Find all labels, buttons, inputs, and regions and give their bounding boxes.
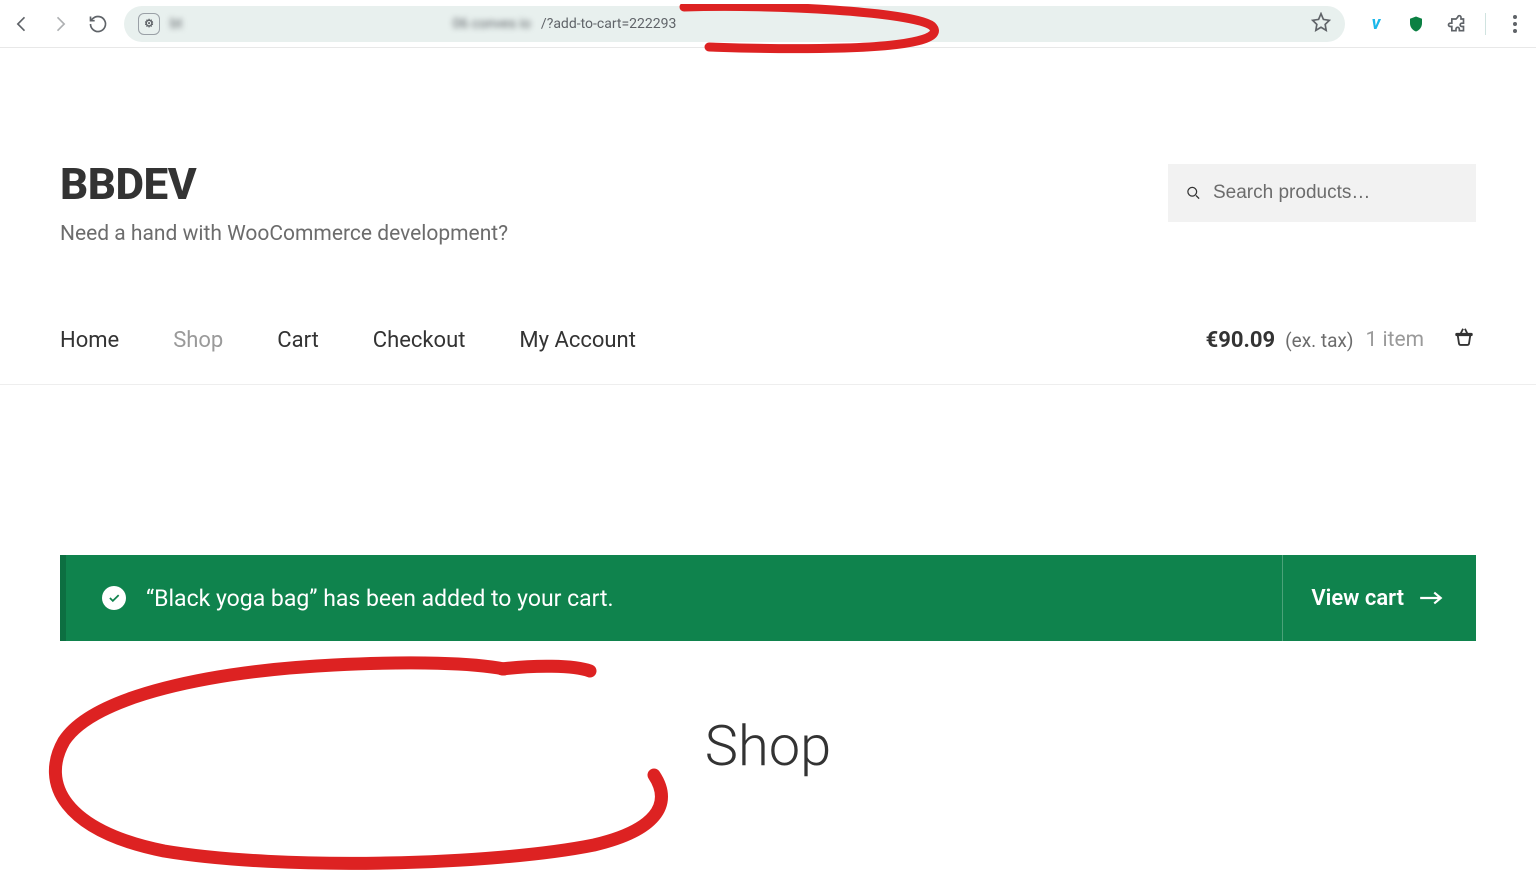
- browser-toolbar: ⚙ bt 06 conves io /?add-to-cart=222293 v: [0, 0, 1536, 48]
- header-cart[interactable]: €90.09 (ex. tax) 1 item: [1206, 326, 1476, 354]
- arrow-right-icon: [1418, 589, 1444, 607]
- extensions-puzzle-icon[interactable]: [1445, 13, 1467, 35]
- back-button[interactable]: [10, 12, 34, 36]
- cart-total-price: €90.09: [1206, 328, 1276, 353]
- nav-account[interactable]: My Account: [519, 328, 635, 353]
- url-blurred-host: 06 conves io: [452, 16, 530, 32]
- check-icon: [102, 586, 126, 610]
- extensions-area: v: [1359, 13, 1526, 35]
- product-search[interactable]: [1168, 164, 1476, 222]
- search-icon: [1186, 183, 1201, 203]
- notice-text: “Black yoga bag” has been added to your …: [146, 585, 614, 612]
- cart-extax-label: (ex. tax): [1285, 329, 1353, 352]
- page-title: Shop: [0, 713, 1536, 779]
- site-title[interactable]: BBDEV: [60, 158, 508, 210]
- address-bar[interactable]: ⚙ bt 06 conves io /?add-to-cart=222293: [124, 6, 1345, 42]
- bookmark-star-icon[interactable]: [1311, 12, 1331, 36]
- nav-shop[interactable]: Shop: [173, 328, 223, 353]
- page-content: BBDEV Need a hand with WooCommerce devel…: [0, 48, 1536, 779]
- separator: [1485, 13, 1486, 35]
- woocommerce-notice: “Black yoga bag” has been added to your …: [60, 555, 1476, 641]
- forward-button[interactable]: [48, 12, 72, 36]
- view-cart-button[interactable]: View cart: [1282, 555, 1444, 641]
- nav-cart[interactable]: Cart: [277, 328, 318, 353]
- cart-item-count: 1 item: [1365, 328, 1424, 352]
- nav-links: Home Shop Cart Checkout My Account: [60, 328, 636, 353]
- url-blurred-prefix: bt: [170, 16, 182, 32]
- vimeo-extension-icon[interactable]: v: [1365, 13, 1387, 35]
- reload-button[interactable]: [86, 12, 110, 36]
- view-cart-label: View cart: [1311, 586, 1404, 611]
- nav-home[interactable]: Home: [60, 328, 119, 353]
- site-tagline: Need a hand with WooCommerce development…: [60, 222, 508, 246]
- site-header: BBDEV Need a hand with WooCommerce devel…: [0, 48, 1536, 246]
- site-branding: BBDEV Need a hand with WooCommerce devel…: [60, 158, 508, 246]
- search-input[interactable]: [1213, 182, 1458, 204]
- shield-extension-icon[interactable]: [1405, 13, 1427, 35]
- basket-icon: [1452, 326, 1476, 354]
- nav-checkout[interactable]: Checkout: [373, 328, 466, 353]
- url-visible-part: /?add-to-cart=222293: [541, 16, 676, 32]
- primary-nav: Home Shop Cart Checkout My Account €90.0…: [0, 246, 1536, 385]
- site-settings-icon[interactable]: ⚙: [138, 13, 160, 35]
- browser-menu-icon[interactable]: [1504, 15, 1526, 33]
